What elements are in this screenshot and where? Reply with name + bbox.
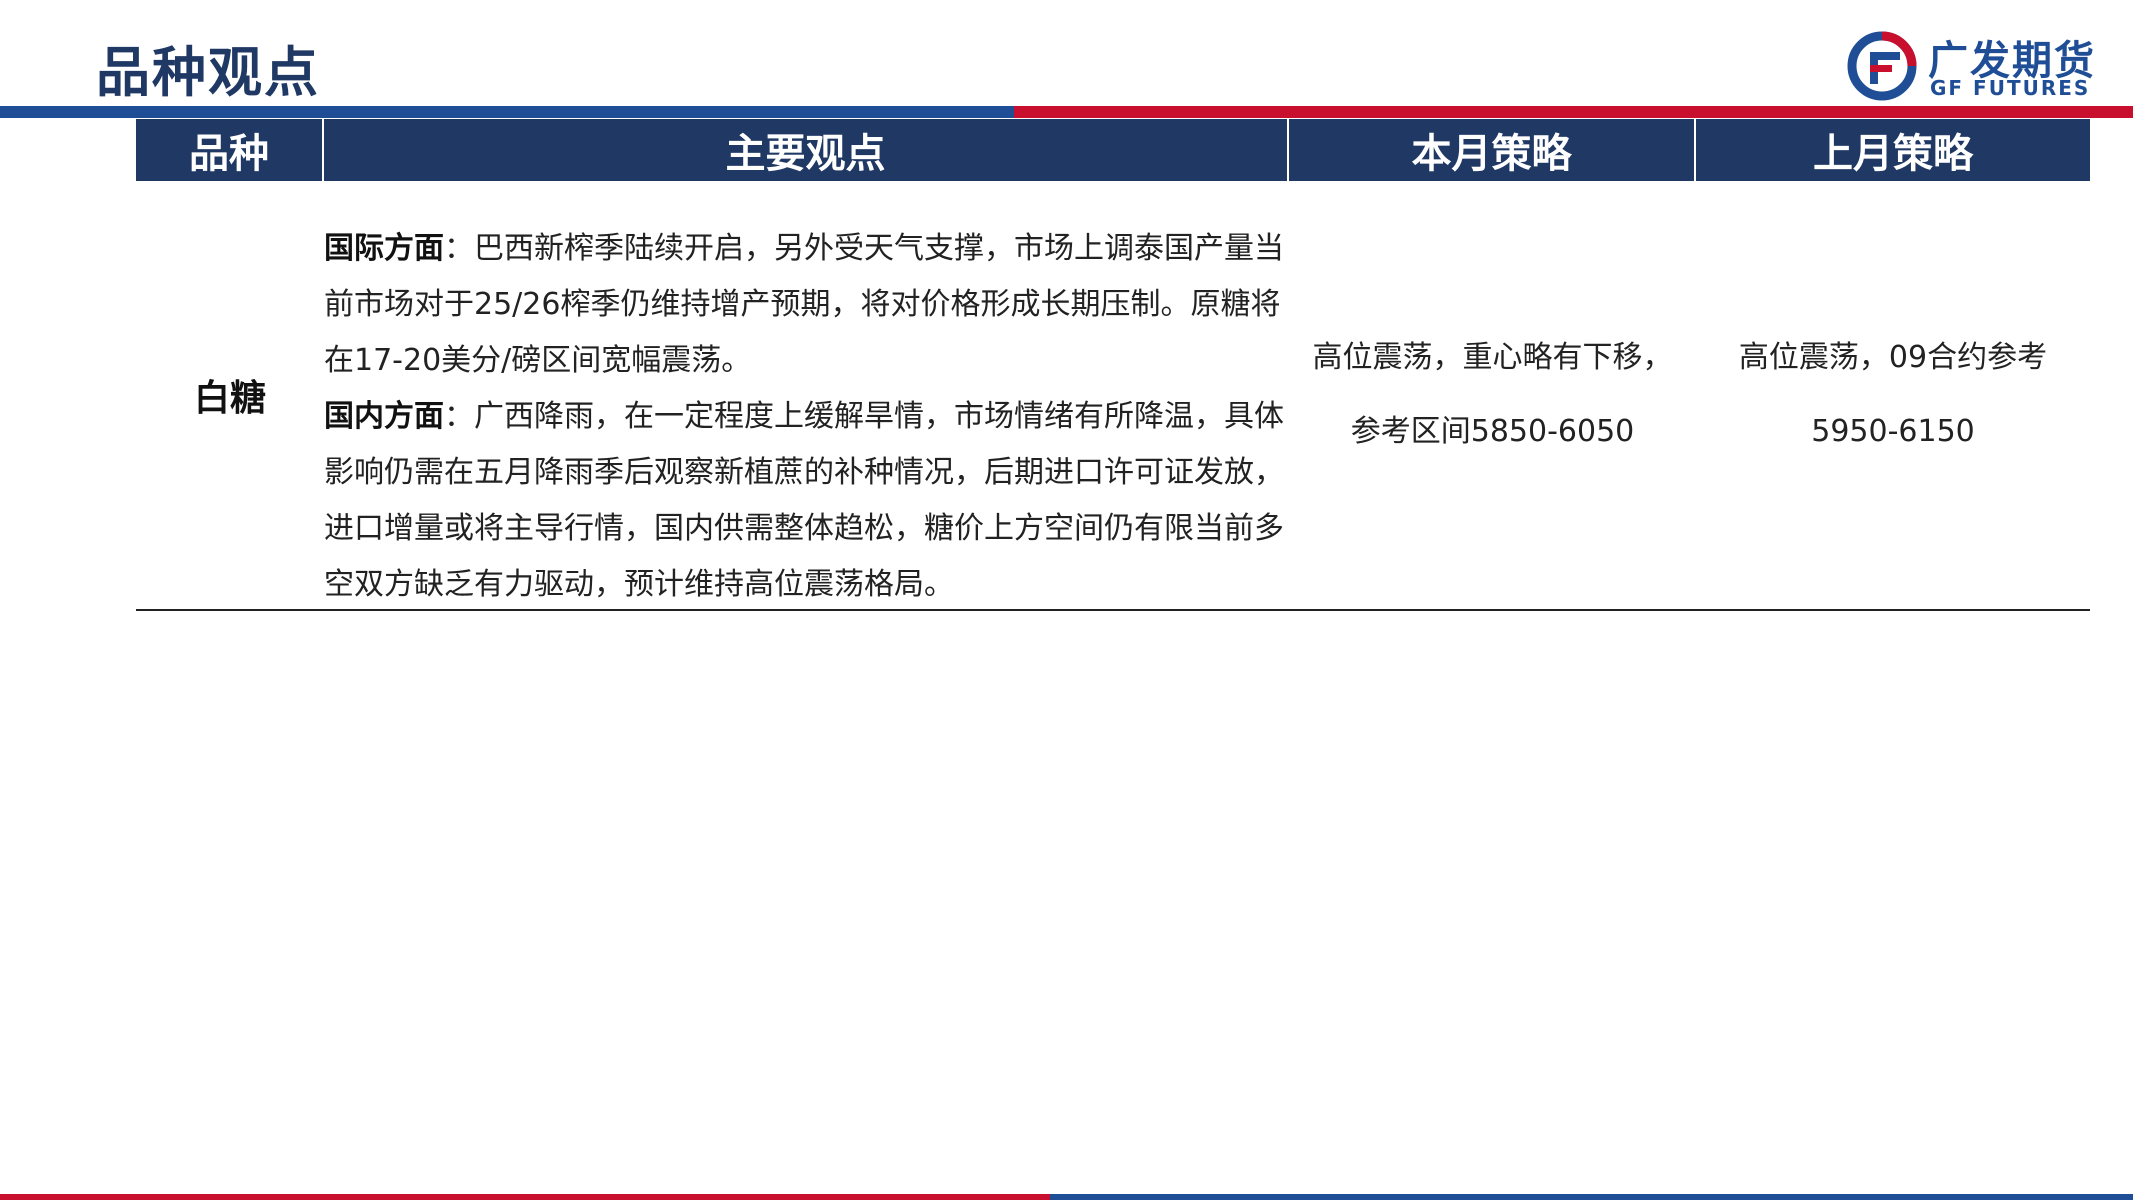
header-main-view: 主要观点 (324, 119, 1289, 181)
last-month-line-2: 5950-6150 (1811, 414, 1975, 449)
international-view: 国际方面：巴西新榨季陆续开启，另外受天气支撑，市场上调泰国产量当前市场对于25/… (324, 221, 1285, 389)
header-divider-red (1014, 106, 2133, 118)
last-month-line-1: 高位震荡，09合约参考 (1738, 340, 2048, 375)
gf-futures-logo: 广发期货 GF FUTURES (1836, 20, 2116, 106)
footer-divider-blue (1050, 1194, 2133, 1200)
variety-view-table: 品种 主要观点 本月策略 上月策略 白糖 国际方面：巴西新榨季陆续开启，另外受天… (136, 119, 2090, 611)
this-month-line-2: 参考区间5850-6050 (1350, 414, 1635, 449)
main-view-cell: 国际方面：巴西新榨季陆续开启，另外受天气支撑，市场上调泰国产量当前市场对于25/… (324, 181, 1289, 609)
domestic-text: ：广西降雨，在一定程度上缓解旱情，市场情绪有所降温，具体影响仍需在五月降雨季后观… (324, 399, 1284, 602)
international-text: ：巴西新榨季陆续开启，另外受天气支撑，市场上调泰国产量当前市场对于25/26榨季… (324, 231, 1284, 378)
footer-divider-red (0, 1194, 1050, 1200)
table-row: 白糖 国际方面：巴西新榨季陆续开启，另外受天气支撑，市场上调泰国产量当前市场对于… (136, 181, 2090, 611)
international-label: 国际方面 (324, 231, 444, 266)
header-last-month-strategy: 上月策略 (1813, 131, 1973, 177)
last-month-strategy-cell: 高位震荡，09合约参考 5950-6150 (1696, 181, 2090, 609)
this-month-strategy-cell: 高位震荡，重心略有下移， 参考区间5850-6050 (1289, 181, 1696, 609)
this-month-line-1: 高位震荡，重心略有下移， (1312, 340, 1673, 375)
page-title: 品种观点 (96, 41, 320, 104)
domestic-view: 国内方面：广西降雨，在一定程度上缓解旱情，市场情绪有所降温，具体影响仍需在五月降… (324, 389, 1285, 613)
header-variety: 品种 (136, 119, 324, 181)
table-header-row: 品种 主要观点 本月策略 上月策略 (136, 119, 2090, 181)
gf-logo-icon (1847, 31, 1917, 101)
header-this-month-strategy: 本月策略 (1289, 119, 1696, 181)
variety-cell: 白糖 (193, 378, 266, 419)
domestic-label: 国内方面 (324, 399, 444, 434)
header-divider-blue (0, 106, 1014, 118)
logo-text-en: GF FUTURES (1930, 76, 2091, 100)
